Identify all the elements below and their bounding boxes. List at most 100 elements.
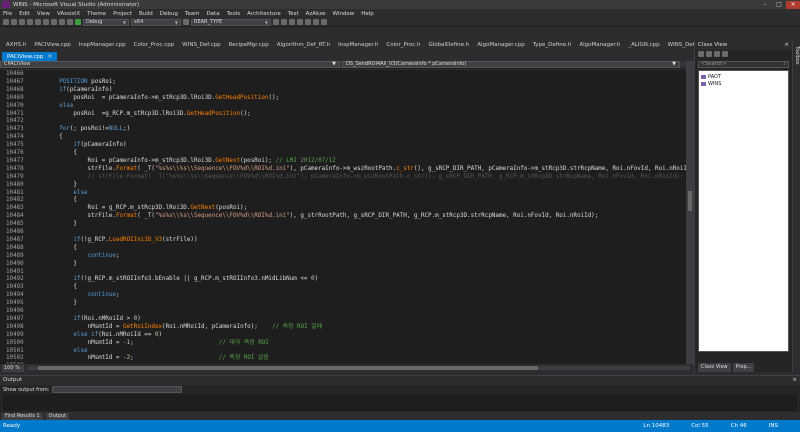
output-source-select[interactable] xyxy=(52,386,183,393)
breakpoint-icon[interactable] xyxy=(297,19,303,25)
class-view-tab[interactable]: Class View xyxy=(698,363,731,372)
open-file-icon[interactable] xyxy=(11,19,17,25)
menu-item-azakze[interactable]: AzAkze xyxy=(306,11,326,17)
document-tab[interactable]: GlobalDefine.h xyxy=(425,41,474,50)
horizontal-scrollbar[interactable] xyxy=(28,366,690,370)
cut-icon[interactable] xyxy=(35,19,41,25)
document-tab[interactable]: Color_Proc.h xyxy=(382,41,424,50)
save-all-icon[interactable] xyxy=(27,19,33,25)
menu-item-test[interactable]: Test xyxy=(288,11,299,17)
title-bar: WINS - Microsoft Visual Studio (Administ… xyxy=(0,0,800,9)
class-view-bottom-tabs: Class View Prop... xyxy=(698,363,755,372)
document-tab[interactable]: _ALIGN.cpp xyxy=(624,41,663,50)
close-button[interactable]: × xyxy=(786,0,800,9)
bookmark-icon[interactable] xyxy=(305,19,311,25)
class-tree-item[interactable]: WINS xyxy=(701,80,786,87)
window-title: WINS - Microsoft Visual Studio (Administ… xyxy=(13,1,140,8)
close-icon[interactable]: × xyxy=(47,53,52,60)
menu-item-file[interactable]: File xyxy=(3,11,12,17)
find-combo[interactable]: REAR_TYPE ▼ xyxy=(191,18,271,26)
menu-item-view[interactable]: View xyxy=(37,11,50,17)
new-folder-icon[interactable] xyxy=(698,51,704,57)
document-tab[interactable]: RecipeMgr.cpp xyxy=(225,41,273,50)
output-source-label: Show output from: xyxy=(3,386,50,393)
document-tab[interactable]: Type_Define.h xyxy=(529,41,576,50)
uncomment-icon[interactable] xyxy=(321,19,327,25)
document-tab[interactable]: InspManager.cpp xyxy=(75,41,130,50)
paste-icon[interactable] xyxy=(51,19,57,25)
chevron-down-icon: ▼ xyxy=(672,61,676,67)
menu-item-help[interactable]: Help xyxy=(361,11,374,17)
start-debug-icon[interactable] xyxy=(75,19,81,25)
comment-icon[interactable] xyxy=(313,19,319,25)
output-tab[interactable]: Find Results 1 xyxy=(2,412,43,420)
settings-icon[interactable] xyxy=(722,51,728,57)
document-tab[interactable]: AlgoManager.h xyxy=(575,41,624,50)
search-icon[interactable]: ⌕ xyxy=(783,62,786,67)
class-view-toolbar xyxy=(695,50,792,59)
class-view-title: Class View xyxy=(698,42,728,48)
find-combo-value: REAR_TYPE xyxy=(194,18,223,25)
visual-studio-icon xyxy=(2,1,10,8)
solution-explorer-icon[interactable] xyxy=(273,19,279,25)
close-icon[interactable]: × xyxy=(792,376,797,385)
scrollbar-thumb[interactable] xyxy=(38,366,538,370)
active-file-tab-label: PACIView.cpp xyxy=(7,54,44,60)
save-icon[interactable] xyxy=(19,19,25,25)
undo-icon[interactable] xyxy=(59,19,65,25)
navigation-bar: CPACIView ▼ DS_SendROI4All_V3(CameraInfo … xyxy=(0,61,686,69)
new-project-icon[interactable] xyxy=(3,19,9,25)
document-tab[interactable]: AlgoManager.cpp xyxy=(473,41,529,50)
member-dropdown[interactable]: DS_SendROI4All_V3(CameraInfo * pCameraIn… xyxy=(342,61,680,68)
output-tab[interactable]: Output xyxy=(45,412,70,420)
class-search-input[interactable]: <Search> ⌕ xyxy=(698,61,789,68)
menu-bar: File Edit View VAssistX Theme Project Build Deb… xyxy=(0,9,800,18)
vertical-scrollbar[interactable] xyxy=(686,61,694,364)
document-tab[interactable]: Algorithm_Def_RT.h xyxy=(273,41,334,50)
close-icon[interactable]: × xyxy=(784,41,789,50)
menu-item-data[interactable]: Data xyxy=(206,11,219,17)
active-file-tab[interactable]: PACIView.cpp × xyxy=(2,52,58,61)
toolbox-side-tab[interactable]: Toolbox xyxy=(792,41,800,372)
toolbox-icon[interactable] xyxy=(289,19,295,25)
output-text-area[interactable] xyxy=(3,394,797,411)
document-tab[interactable]: Color_Proc.cpp xyxy=(130,41,179,50)
copy-icon[interactable] xyxy=(43,19,49,25)
document-tab[interactable]: WINS_Def.h xyxy=(664,41,694,50)
minimize-button[interactable]: – xyxy=(758,1,772,9)
menu-item-team[interactable]: Team xyxy=(185,11,200,17)
menu-item-build[interactable]: Build xyxy=(139,11,153,17)
maximize-button[interactable]: □ xyxy=(772,1,786,9)
menu-item-debug[interactable]: Debug xyxy=(160,11,178,17)
document-tab[interactable]: WINS_Def.cpp xyxy=(178,41,224,50)
document-tab[interactable]: InspManager.h xyxy=(334,41,382,50)
menu-item-vassistx[interactable]: VAssistX xyxy=(57,11,80,17)
document-tab[interactable]: PACIView.cpp xyxy=(30,41,74,50)
platform-value: x64 xyxy=(134,18,144,25)
class-tree-item-label: WINS xyxy=(708,80,722,87)
menu-item-theme[interactable]: Theme xyxy=(87,11,106,17)
output-tabs: Find Results 1 Output xyxy=(0,412,800,420)
zoom-select[interactable]: 100 % xyxy=(2,364,24,372)
class-view-tab[interactable]: Prop... xyxy=(732,363,755,372)
menu-item-project[interactable]: Project xyxy=(113,11,132,17)
class-tree-item[interactable]: PAOT xyxy=(701,73,786,80)
menu-item-architecture[interactable]: Architecture xyxy=(247,11,281,17)
code-editor[interactable]: 10466 10467 POSITION posRoi; 10468 if(pCam… xyxy=(0,70,686,364)
menu-item-window[interactable]: Window xyxy=(333,11,355,17)
find-icon[interactable] xyxy=(183,19,189,25)
forward-icon[interactable] xyxy=(714,51,720,57)
output-header: Output × xyxy=(0,376,800,385)
back-icon[interactable] xyxy=(706,51,712,57)
redo-icon[interactable] xyxy=(67,19,73,25)
menu-item-edit[interactable]: Edit xyxy=(19,11,30,17)
scope-dropdown[interactable]: CPACIView ▼ xyxy=(0,61,340,68)
configuration-value: Debug xyxy=(86,18,103,25)
configuration-select[interactable]: Debug ▼ xyxy=(83,18,129,26)
document-tab[interactable]: AXHS.h xyxy=(2,41,30,50)
menu-item-tools[interactable]: Tools xyxy=(227,11,241,17)
toolbar: Debug ▼ x64 ▼ REAR_TYPE ▼ xyxy=(0,18,800,27)
properties-icon[interactable] xyxy=(281,19,287,25)
scrollbar-thumb[interactable] xyxy=(688,191,692,211)
platform-select[interactable]: x64 ▼ xyxy=(131,18,181,26)
